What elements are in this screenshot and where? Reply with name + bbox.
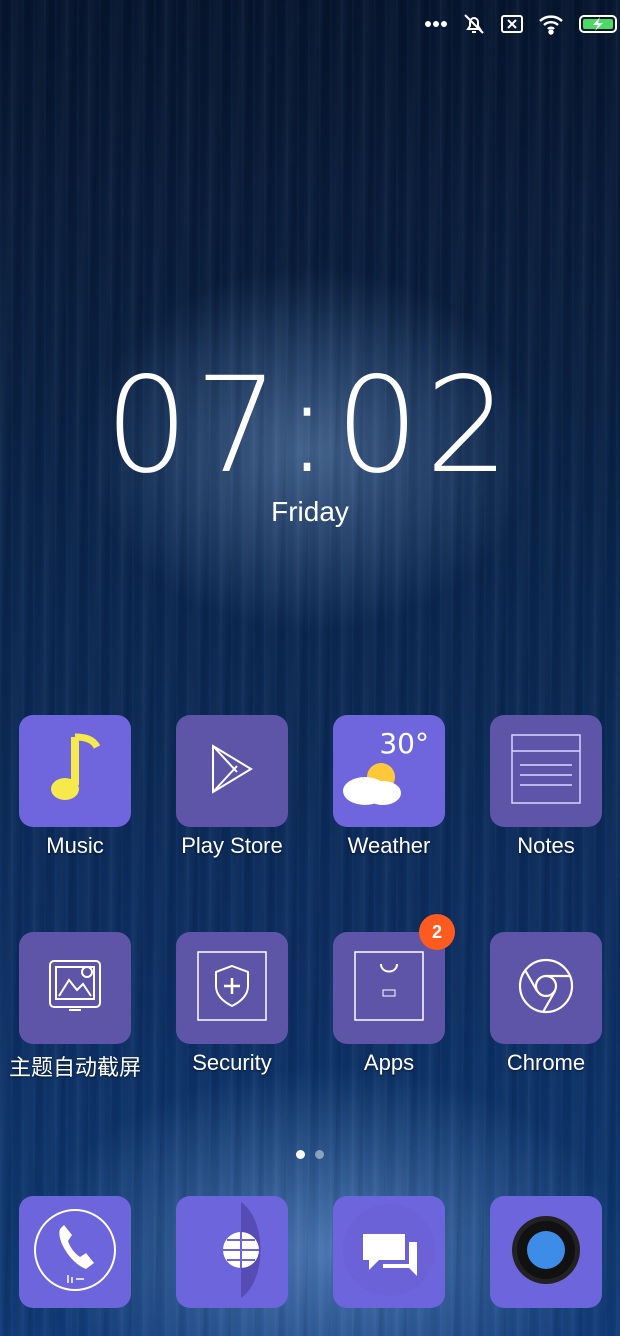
dock-browser[interactable] bbox=[162, 1196, 302, 1308]
status-bar bbox=[424, 10, 620, 38]
app-play-store[interactable]: Play Store bbox=[162, 715, 302, 859]
app-notes[interactable]: Notes bbox=[476, 715, 616, 859]
app-label: Notes bbox=[517, 833, 575, 858]
browser-globe-icon bbox=[187, 1200, 277, 1305]
chrome-icon bbox=[516, 956, 576, 1021]
more-dots-icon bbox=[424, 20, 448, 28]
phone-icon bbox=[30, 1205, 120, 1300]
page-indicator[interactable] bbox=[0, 1150, 620, 1159]
battery-charging-icon bbox=[578, 13, 618, 35]
camera-icon bbox=[511, 1215, 581, 1290]
wifi-icon bbox=[538, 13, 564, 35]
app-tile[interactable] bbox=[490, 715, 602, 827]
dock-camera[interactable] bbox=[476, 1196, 616, 1308]
app-music[interactable]: Music bbox=[5, 715, 145, 859]
app-chrome[interactable]: Chrome bbox=[476, 932, 616, 1076]
app-label: Chrome bbox=[506, 1050, 586, 1075]
wallpaper bbox=[0, 0, 620, 1336]
app-label: Security bbox=[192, 1050, 272, 1075]
alarm-off-icon bbox=[462, 12, 486, 36]
app-label: Apps bbox=[363, 1050, 415, 1075]
shopping-bag-icon bbox=[353, 950, 425, 1027]
app-label: Music bbox=[46, 833, 104, 858]
notes-icon bbox=[510, 733, 582, 810]
dock-tile[interactable] bbox=[19, 1196, 131, 1308]
dock-messages[interactable] bbox=[319, 1196, 459, 1308]
app-label: 主题自动截屏 bbox=[8, 1055, 141, 1080]
dock-phone[interactable] bbox=[5, 1196, 145, 1308]
app-weather[interactable]: 30° Weather bbox=[319, 715, 459, 859]
app-tile[interactable] bbox=[176, 932, 288, 1044]
messages-icon bbox=[339, 1200, 439, 1305]
music-note-icon bbox=[45, 731, 105, 812]
app-tile[interactable] bbox=[176, 715, 288, 827]
day-of-week: Friday bbox=[271, 496, 349, 527]
app-label: Weather bbox=[347, 833, 431, 858]
app-tile[interactable]: 2 bbox=[333, 914, 455, 1044]
app-label: Play Store bbox=[181, 833, 283, 858]
lockscreen-clock: 07:02 bbox=[104, 349, 516, 503]
weather-temperature: 30° bbox=[379, 727, 429, 760]
app-apps[interactable]: 2 Apps bbox=[319, 914, 459, 1076]
notification-badge: 2 bbox=[419, 914, 455, 950]
page-dot[interactable] bbox=[315, 1150, 324, 1159]
app-theme-screenshot[interactable]: 主题自动截屏 bbox=[5, 932, 145, 1082]
app-tile[interactable]: 30° bbox=[333, 715, 445, 827]
dock-tile[interactable] bbox=[176, 1196, 288, 1308]
app-tile[interactable] bbox=[490, 932, 602, 1044]
sim-card-x-icon bbox=[500, 13, 524, 35]
app-tile[interactable] bbox=[19, 932, 131, 1044]
security-shield-icon bbox=[196, 950, 268, 1027]
app-tile[interactable] bbox=[19, 715, 131, 827]
dock-tile[interactable] bbox=[333, 1196, 445, 1308]
dock-tile[interactable] bbox=[490, 1196, 602, 1308]
theme-screenshot-icon bbox=[47, 958, 103, 1019]
page-dot-active[interactable] bbox=[296, 1150, 305, 1159]
app-security[interactable]: Security bbox=[162, 932, 302, 1076]
play-store-icon bbox=[207, 742, 257, 801]
